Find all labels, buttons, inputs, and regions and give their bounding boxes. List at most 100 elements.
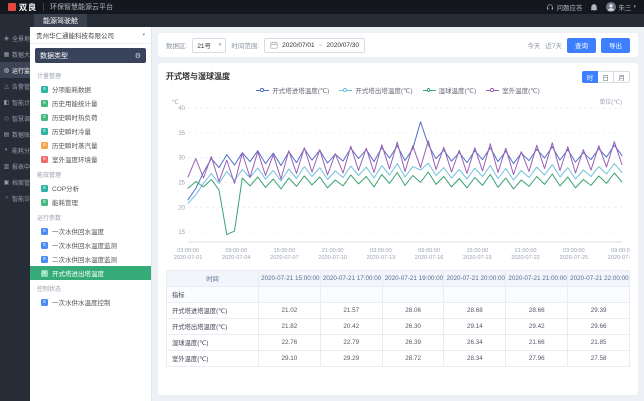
- metric-value: 29.14: [443, 318, 507, 335]
- chart-card-header: 开式塔与湿球温度 时日月: [166, 69, 630, 84]
- date-range-picker[interactable]: 2020/07/01 ~ 2020/07/30: [264, 37, 366, 53]
- header-actions: 问题应答 朱三 ▾: [546, 2, 636, 12]
- rail-item-dispatch[interactable]: ◇ 智慧调度: [0, 110, 36, 126]
- granularity-toggle-1[interactable]: 日: [598, 70, 614, 83]
- rail-item-ledger[interactable]: ▤ 数据账表: [0, 126, 36, 142]
- chart-card: 开式塔与湿球温度 时日月 开式塔进塔温度(℃) 开式塔出塔温度(℃) 湿球温度(℃)…: [158, 63, 638, 395]
- help-link[interactable]: 问题应答: [546, 2, 582, 12]
- svg-text:21:00:002020-07-10: 21:00:00 2020-07-10: [318, 248, 347, 261]
- bell-icon[interactable]: [590, 3, 598, 12]
- temperature-chart[interactable]: 15 20 25 30 35 40 03:00:00 2020-07-01 09:00:00 20…: [166, 96, 630, 268]
- tree-group-label: 控制状态: [37, 287, 62, 293]
- legend-label: 开式塔出塔温度(℃): [355, 88, 413, 95]
- panel-title: 数据类型: [40, 52, 68, 60]
- rail-item-diagnosis[interactable]: ○ 智能诊断: [0, 190, 36, 206]
- search-button[interactable]: 查询: [567, 37, 596, 53]
- granularity-toggle-0[interactable]: 时: [582, 70, 598, 83]
- legend-item[interactable]: 室外温度(℃): [486, 85, 540, 95]
- svg-text:40: 40: [178, 106, 185, 112]
- calendar-icon: [270, 41, 278, 49]
- tree-item[interactable]: ≡ 历史用能统计量: [30, 96, 151, 110]
- top-header: 双良 环保智慧能源云平台 问题应答 朱三 ▾: [0, 0, 644, 14]
- brand: 双良 环保智慧能源云平台: [8, 2, 113, 13]
- granularity-toggle-2[interactable]: 月: [614, 70, 630, 83]
- tree-item[interactable]: ≡ 历史瞬时热负荷: [30, 110, 151, 124]
- time-column-header: 2020-07-21 19:00:00: [381, 270, 445, 287]
- tree-item[interactable]: ≡ 一次水供回水温度: [30, 224, 151, 238]
- data-type-icon: ≡: [41, 198, 48, 206]
- company-name: 贵州华仁通能科技有限公司: [36, 33, 114, 40]
- metric-value: 21.02: [258, 302, 321, 319]
- tree-item[interactable]: ≡ 一次水供回水温度监测: [30, 238, 151, 252]
- area-select[interactable]: 21号 ▾: [192, 37, 227, 53]
- tree-item[interactable]: ≡ 室外温度环境量: [30, 152, 151, 166]
- chart-series-line: [187, 171, 623, 236]
- tree-group-label: 计量管理: [37, 74, 62, 80]
- tree-item-label: COP分析: [52, 186, 80, 193]
- rail-item-analysis[interactable]: ◐ 能耗分析: [0, 142, 36, 158]
- quick-filter-7days[interactable]: 近7天: [545, 40, 562, 50]
- rail-item-alarm[interactable]: △ 告警管理: [0, 78, 36, 94]
- data-type-icon: ≡: [41, 255, 48, 263]
- metric-value: 26.30: [381, 318, 445, 335]
- data-type-icon: ≡: [41, 269, 48, 277]
- tree-item-label: 历史瞬时冷量: [52, 129, 91, 136]
- metering-icon: ◧: [3, 99, 10, 106]
- tree-item[interactable]: ≡ 历史瞬时蒸汽量: [30, 138, 151, 152]
- company-selector[interactable]: 贵州华仁通能科技有限公司 ▾: [30, 27, 151, 44]
- metric-value: 28.34: [443, 350, 507, 367]
- rail-item-monitor[interactable]: ◎ 运行监控: [0, 62, 36, 78]
- data-type-icon: ≡: [41, 298, 48, 306]
- rail-item-report[interactable]: ▥ 报表中心: [0, 158, 36, 174]
- metric-value: 21.85: [567, 334, 630, 351]
- tree-item[interactable]: ≡ 历史瞬时冷量: [30, 124, 151, 138]
- tree-item[interactable]: ≡ COP分析: [30, 181, 151, 195]
- legend-item[interactable]: 湿球温度(℃): [422, 85, 476, 95]
- metric-name: 湿球温度(℃): [166, 334, 259, 351]
- rail-item-screen[interactable]: ▦ 数据大屏: [0, 46, 36, 62]
- user-menu[interactable]: 朱三 ▾: [606, 2, 636, 12]
- tree-item-label: 历史瞬时蒸汽量: [52, 143, 98, 150]
- user-name: 朱三: [618, 5, 632, 12]
- quick-filter-today[interactable]: 今天: [527, 40, 540, 50]
- report-icon: ▥: [3, 163, 10, 170]
- data-type-icon: ≡: [41, 184, 48, 192]
- app-root: 双良 环保智慧能源云平台 问题应答 朱三 ▾ 能源驾驶舱 ◈ 全景地图 ▦ 数据大屏 ◎…: [0, 0, 644, 401]
- metric-value: 27.58: [567, 350, 630, 367]
- gear-icon[interactable]: ⚙: [135, 52, 141, 60]
- content: ◈ 全景地图 ▦ 数据大屏 ◎ 运行监控 △ 告警管理 ◧ 智能计量 ◇ 智慧调度 ▤ 数据账表 ◐ 能耗分析…: [0, 27, 644, 401]
- tree-item[interactable]: ≡ 分项能耗数据: [30, 82, 151, 96]
- filter-bar: 数据区: 21号 ▾ 时间范围: 2020/07/01 ~ 2020/07/30…: [158, 33, 638, 57]
- data-table: 时间 2020-07-21 15:00:00 2020-07-21 17:00:00…: [166, 270, 630, 367]
- legend-marker: [339, 88, 353, 93]
- metric-value: 20.42: [319, 318, 383, 335]
- svg-text:09:00:002020-07-04: 09:00:00 2020-07-04: [222, 248, 251, 261]
- data-type-sidebar: 贵州华仁通能科技有限公司 ▾ 数据类型 ⚙ 计量管理 ≡ 分项能耗数据 ≡ 历史用能统计…: [30, 27, 152, 401]
- metric-value: 28.68: [443, 302, 507, 319]
- svg-text:15: 15: [178, 230, 185, 236]
- tree-item[interactable]: ≡ 一次水供水温度控制: [30, 295, 151, 309]
- export-button[interactable]: 导出: [601, 37, 630, 53]
- granularity-toggle-group: 时日月: [582, 70, 630, 83]
- tree-item-label: 分项能耗数据: [52, 87, 91, 94]
- time-column-header: 2020-07-21 17:00:00: [319, 270, 383, 287]
- legend-item[interactable]: 开式塔出塔温度(℃): [339, 85, 413, 95]
- rail-item-archive[interactable]: ▣ 档案管理: [0, 174, 36, 190]
- metric-header-cell: 指标: [166, 286, 259, 303]
- metric-value: 29.66: [567, 318, 630, 335]
- chevron-down-icon: ▾: [218, 42, 222, 48]
- tree-item[interactable]: ≡ 能耗管理: [30, 195, 151, 209]
- tab-energy-cockpit[interactable]: 能源驾驶舱: [34, 14, 87, 27]
- tree-item[interactable]: ≡ 开式塔进出塔温度: [30, 266, 151, 280]
- analysis-icon: ◐: [4, 147, 9, 153]
- legend-marker: [256, 88, 270, 93]
- rail-item-map[interactable]: ◈ 全景地图: [0, 30, 36, 46]
- chevron-down-icon: ▾: [633, 4, 636, 10]
- tree-item[interactable]: ≡ 二次水供回水温度监测: [30, 252, 151, 266]
- rail-item-metering[interactable]: ◧ 智能计量: [0, 94, 36, 110]
- tree-item-label: 室外温度环境量: [52, 157, 98, 164]
- date-separator: ~: [318, 41, 323, 49]
- table-row: 湿球温度(℃) 22.76 22.79 26.39 26.34 21.66 21.85: [166, 334, 630, 351]
- legend-item[interactable]: 开式塔进塔温度(℃): [256, 85, 329, 95]
- data-type-icon: ≡: [41, 85, 48, 93]
